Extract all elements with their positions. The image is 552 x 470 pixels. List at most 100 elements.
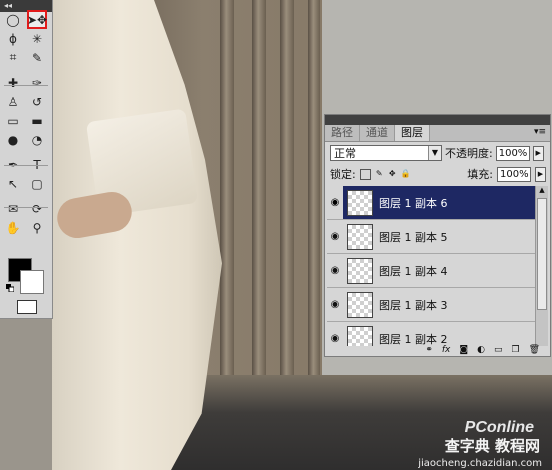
zoom-tool[interactable]: ⚲ [27, 218, 47, 237]
visibility-eye-icon[interactable]: ◉ [327, 333, 343, 344]
shape-icon: ▢ [31, 176, 43, 191]
railing-post [252, 0, 266, 390]
panel-footer: ⚭ fx ◙ ◐ ▭ ❐ 🗑 [325, 344, 550, 356]
lock-transparency-icon[interactable] [359, 168, 371, 180]
mask-icon[interactable]: ◙ [459, 345, 468, 355]
blend-row: 正常 ▼ 不透明度: 100% ▶ [330, 144, 546, 162]
scroll-up-icon[interactable]: ▲ [536, 186, 548, 196]
default-colors-icon[interactable] [6, 284, 14, 292]
zoom-icon: ⚲ [32, 220, 42, 235]
dodge-tool[interactable]: ◔ [27, 130, 47, 149]
fill-input[interactable]: 100% [497, 166, 531, 182]
3d-icon: ⟳ [31, 201, 43, 216]
shape-tool[interactable]: ▢ [27, 174, 47, 193]
lock-row: 锁定: ✎ ✥ 🔒 填充: 100% ▶ [330, 166, 546, 182]
crop-tool[interactable]: ⌗ [3, 48, 23, 67]
layer-list: ◉ 图层 1 副本 6 ◉ 图层 1 副本 5 ◉ 图层 1 副本 4 ◉ 图层 1 副本 3… [327, 186, 535, 346]
hand-tool[interactable]: ✋ [3, 218, 23, 237]
magic-wand-tool[interactable]: ✳ [27, 29, 47, 48]
dodge-icon: ◔ [31, 132, 43, 147]
fill-label: 填充: [467, 168, 493, 181]
move-tool[interactable]: ➤✥ [27, 10, 47, 29]
visibility-eye-icon[interactable]: ◉ [327, 186, 343, 219]
layer-name: 图层 1 副本 6 [379, 196, 448, 210]
tab-layers[interactable]: 图层 [395, 125, 430, 141]
layer-row[interactable]: ◉ 图层 1 副本 4 [327, 254, 535, 288]
brush-tool[interactable]: ✑ [27, 73, 47, 92]
blend-mode-select[interactable]: 正常 ▼ [330, 145, 442, 161]
blend-mode-value: 正常 [334, 147, 356, 160]
layer-thumbnail [347, 257, 373, 284]
panel-titlebar[interactable] [325, 115, 550, 125]
layer-thumbnail [347, 189, 373, 216]
scroll-thumb[interactable] [537, 198, 547, 310]
chevron-down-icon: ▼ [428, 146, 441, 160]
new-layer-icon[interactable]: ❐ [511, 345, 519, 355]
layer-name: 图层 1 副本 4 [379, 264, 448, 278]
lock-position-icon[interactable]: ✥ [388, 169, 397, 179]
visibility-eye-icon[interactable]: ◉ [327, 265, 343, 276]
tools-palette: ◂◂ ◯➤✥ϕ✳⌗✎✚✑♙↺▭▬●◔✒T↖▢✉⟳✋⚲ [0, 0, 53, 319]
stamp-tool[interactable]: ♙ [3, 92, 23, 111]
history-brush-tool[interactable]: ↺ [27, 92, 47, 111]
lasso-tool[interactable]: ϕ [3, 29, 23, 48]
railing-post [308, 0, 320, 390]
eraser-icon: ▭ [7, 113, 19, 128]
layer-thumbnail [347, 223, 373, 250]
quick-mask-button[interactable] [17, 300, 37, 314]
3d-tool[interactable]: ⟳ [27, 199, 47, 218]
hand-icon: ✋ [5, 220, 21, 235]
layer-name: 图层 1 副本 3 [379, 298, 448, 312]
background-color-swatch[interactable] [20, 270, 44, 294]
link-icon[interactable]: ⚭ [425, 345, 433, 355]
healing-tool[interactable]: ✚ [3, 73, 23, 92]
eraser-tool[interactable]: ▭ [3, 111, 23, 130]
layer-thumbnail [347, 291, 373, 318]
fx-icon[interactable]: fx [442, 345, 451, 355]
gradient-tool[interactable]: ▬ [27, 111, 47, 130]
railing-post [280, 0, 294, 390]
marquee-tool[interactable]: ◯ [3, 10, 23, 29]
layer-list-scrollbar[interactable]: ▲ [535, 186, 548, 346]
gradient-icon: ▬ [31, 113, 43, 128]
tab-channels[interactable]: 通道 [360, 125, 395, 141]
lasso-icon: ϕ [9, 31, 17, 46]
layer-name: 图层 1 副本 5 [379, 230, 448, 244]
layer-row[interactable]: ◉ 图层 1 副本 3 [327, 288, 535, 322]
lock-all-icon[interactable]: 🔒 [401, 169, 411, 179]
blur-tool[interactable]: ● [3, 130, 23, 149]
eyedropper-tool[interactable]: ✎ [27, 48, 47, 67]
layer-row[interactable]: ◉ 图层 1 副本 6 [327, 186, 535, 220]
stamp-icon: ♙ [7, 94, 19, 109]
watermark-site: 查字典 教程网 [444, 437, 540, 455]
opacity-slider-button[interactable]: ▶ [532, 145, 544, 161]
visibility-eye-icon[interactable]: ◉ [327, 299, 343, 310]
divider [4, 165, 48, 166]
eyedropper-icon: ✎ [31, 50, 43, 65]
move-icon: ➤✥ [26, 12, 48, 27]
adjustment-icon[interactable]: ◐ [477, 345, 485, 355]
visibility-eye-icon[interactable]: ◉ [327, 231, 343, 242]
layer-row[interactable]: ◉ 图层 1 副本 5 [327, 220, 535, 254]
opacity-input[interactable]: 100% [495, 145, 530, 161]
lock-pixels-icon[interactable]: ✎ [375, 169, 384, 179]
crop-icon: ⌗ [9, 50, 17, 64]
divider [4, 85, 48, 86]
fill-slider-button[interactable]: ▶ [535, 166, 546, 182]
notes-tool[interactable]: ✉ [3, 199, 23, 218]
notes-icon: ✉ [7, 201, 19, 216]
divider [4, 207, 48, 208]
magic-wand-icon: ✳ [31, 31, 43, 46]
blur-icon: ● [7, 132, 19, 147]
layer-row[interactable]: ◉ 图层 1 副本 2 [327, 322, 535, 346]
layers-panel: 路径 通道 图层 ▾≡ 正常 ▼ 不透明度: 100% ▶ 锁定: ✎ ✥ 🔒 … [324, 114, 551, 357]
trash-icon[interactable]: 🗑 [529, 345, 540, 355]
group-icon[interactable]: ▭ [494, 345, 503, 355]
tab-paths[interactable]: 路径 [325, 125, 360, 141]
panel-menu-icon[interactable]: ▾≡ [530, 125, 550, 141]
brush-icon: ✑ [31, 75, 43, 90]
railing-post [220, 0, 234, 390]
opacity-label: 不透明度: [445, 147, 493, 160]
path-select-tool[interactable]: ↖ [3, 174, 23, 193]
marquee-icon: ◯ [6, 12, 20, 27]
